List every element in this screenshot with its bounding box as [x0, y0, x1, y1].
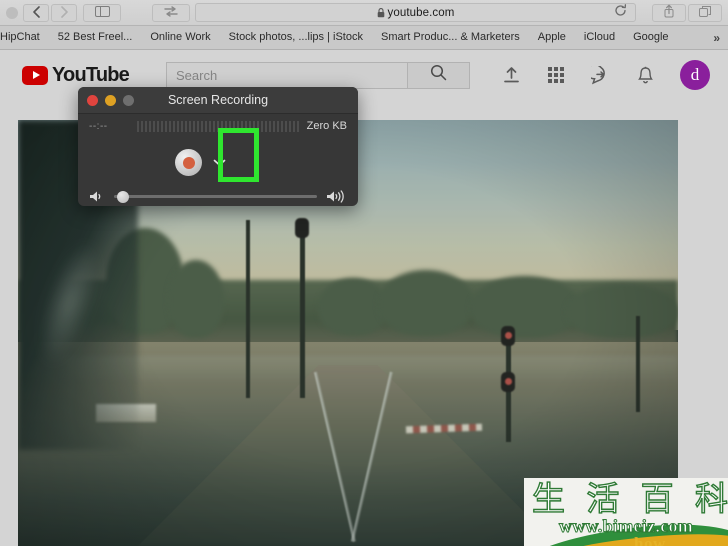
search-input-box[interactable]: [165, 61, 408, 89]
bookmark-item[interactable]: HipChat: [0, 26, 49, 49]
forward-button[interactable]: [51, 3, 77, 22]
search-button[interactable]: [407, 61, 470, 89]
scene-tree: [470, 276, 580, 338]
back-arrow-icon: [32, 5, 40, 20]
watermark-char: 生: [531, 479, 565, 518]
recording-file-size: Zero KB: [306, 120, 347, 132]
sidebar-icon: [94, 5, 110, 20]
screenshot-root: youtube.com HipChat 52 Best Freel... Onl…: [0, 0, 728, 546]
tab-switch-icon: [163, 5, 179, 20]
scene-signal-post: [636, 316, 640, 412]
youtube-search: [165, 61, 470, 89]
youtube-play-icon: [22, 65, 48, 85]
site-watermark: 生 活 百 科 how www.bimeiz.com: [524, 478, 728, 546]
watermark-char: 百: [640, 479, 674, 518]
minimize-button[interactable]: [105, 94, 116, 106]
watermark-cjk-title: 生 活 百 科: [531, 479, 728, 518]
volume-control-row[interactable]: [78, 186, 358, 206]
recording-level-meter: [137, 120, 299, 132]
recording-options-button[interactable]: [208, 148, 230, 178]
upload-icon[interactable]: [502, 66, 521, 85]
scene-signal-lamp: [505, 378, 512, 385]
forward-arrow-icon: [60, 5, 68, 20]
new-tab-icon: [698, 5, 712, 21]
watermark-url: www.bimeiz.com: [558, 516, 694, 537]
recording-status-row: --:-- Zero KB: [78, 114, 358, 138]
watermark-char: 科: [694, 479, 728, 518]
address-url: youtube.com: [387, 6, 455, 19]
tabs-button[interactable]: [688, 3, 722, 22]
scene-utility-pole: [246, 220, 250, 398]
record-button[interactable]: [175, 149, 202, 176]
tab-overview-button[interactable]: [152, 3, 190, 22]
window-controls: [87, 94, 134, 106]
apps-grid-icon[interactable]: [547, 66, 565, 84]
bookmark-item[interactable]: Online Work: [141, 26, 219, 49]
scene-signal-post: [300, 222, 305, 398]
chevron-down-icon: [213, 154, 226, 172]
address-bar[interactable]: youtube.com: [195, 3, 636, 22]
toolbar-status-dot: [6, 6, 18, 19]
share-icon: [663, 4, 675, 21]
bookmark-item[interactable]: 52 Best Freel...: [49, 26, 142, 49]
search-input[interactable]: [166, 66, 407, 84]
bookmark-item[interactable]: iCloud: [575, 26, 624, 49]
bookmark-item[interactable]: Apple: [529, 26, 575, 49]
sidebar-toggle-button[interactable]: [83, 3, 121, 22]
zoom-button: [123, 94, 134, 106]
bookmarks-bar: HipChat 52 Best Freel... Online Work Sto…: [0, 26, 728, 50]
watermark-char: 活: [586, 479, 620, 518]
volume-low-icon: [89, 190, 105, 203]
youtube-header-actions: d: [502, 60, 710, 90]
bookmark-item[interactable]: Google: [624, 26, 677, 49]
screen-recording-panel[interactable]: Screen Recording --:-- Zero KB: [78, 87, 358, 206]
youtube-logo[interactable]: YouTube: [22, 63, 130, 87]
bookmark-item[interactable]: Smart Produc... & Marketers: [372, 26, 529, 49]
reload-icon[interactable]: [614, 3, 627, 22]
avatar[interactable]: d: [680, 60, 710, 90]
bookmarks-overflow-button[interactable]: »: [705, 31, 728, 45]
notifications-bell-icon[interactable]: [637, 66, 654, 85]
volume-high-icon: [326, 190, 348, 203]
messages-icon[interactable]: [591, 65, 611, 85]
lock-icon: [377, 7, 385, 18]
screen-recording-titlebar[interactable]: Screen Recording: [78, 87, 358, 114]
recording-timer: --:--: [89, 120, 108, 132]
browser-toolbar: youtube.com: [0, 0, 728, 26]
scene-signal-lamp: [505, 332, 512, 339]
youtube-logo-text: YouTube: [52, 63, 130, 86]
volume-slider[interactable]: [114, 190, 317, 203]
back-button[interactable]: [23, 3, 49, 22]
recording-controls: [78, 138, 358, 186]
close-button[interactable]: [87, 94, 98, 106]
bookmark-item[interactable]: Stock photos, ...lips | iStock: [220, 26, 372, 49]
scene-tree: [378, 270, 474, 336]
volume-slider-knob[interactable]: [117, 190, 129, 203]
search-icon: [430, 64, 447, 86]
record-dot-icon: [182, 156, 195, 169]
scene-tree: [168, 260, 224, 338]
scene-tree: [566, 284, 678, 338]
share-button[interactable]: [652, 3, 686, 22]
scene-signal-head: [295, 218, 309, 238]
